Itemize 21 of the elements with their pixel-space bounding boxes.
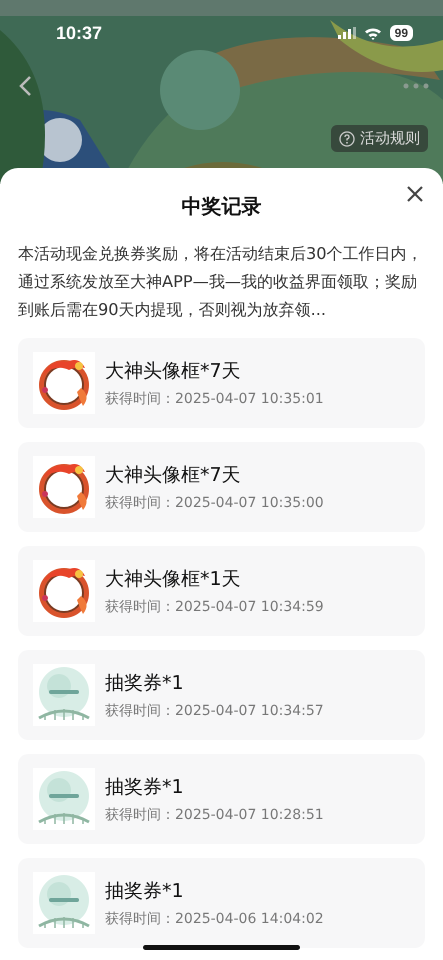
obtained-time: 获得时间：2025-04-07 10:34:59 [105, 598, 324, 616]
prize-name: 大神头像框*7天 [105, 463, 242, 488]
help-icon [339, 130, 355, 146]
obtained-time: 获得时间：2025-04-07 10:34:57 [105, 702, 324, 720]
prize-name: 抽奖券*1 [105, 671, 185, 696]
prize-name: 大神头像框*7天 [105, 359, 242, 384]
obtained-time: 获得时间：2025-04-07 10:28:51 [105, 806, 324, 824]
rules-button[interactable]: 活动规则 [331, 125, 428, 152]
obtained-time: 获得时间：2025-04-07 10:35:00 [105, 494, 324, 512]
prize-name: 抽奖券*1 [105, 775, 185, 800]
signal-icon [338, 27, 356, 39]
prize-name: 抽奖券*1 [105, 879, 185, 904]
obtained-time: 获得时间：2025-04-06 14:04:02 [105, 910, 324, 928]
prize-name: 大神头像框*1天 [105, 567, 242, 592]
wifi-icon [364, 26, 382, 40]
back-icon[interactable] [18, 75, 32, 97]
sheet-title: 中奖记录 [182, 192, 262, 220]
obtained-time: 获得时间：2025-04-07 10:35:01 [105, 390, 324, 408]
status-time: 10:37 [56, 22, 102, 44]
notice-text: 本活动现金兑换券奖励，将在活动结束后30个工作日内，通过系统发放至大神APP—我—我的收益界面领取；奖励到账后需在90天内提现，否则视为放弃领... [18, 243, 424, 321]
battery-icon: 99 [390, 25, 413, 41]
